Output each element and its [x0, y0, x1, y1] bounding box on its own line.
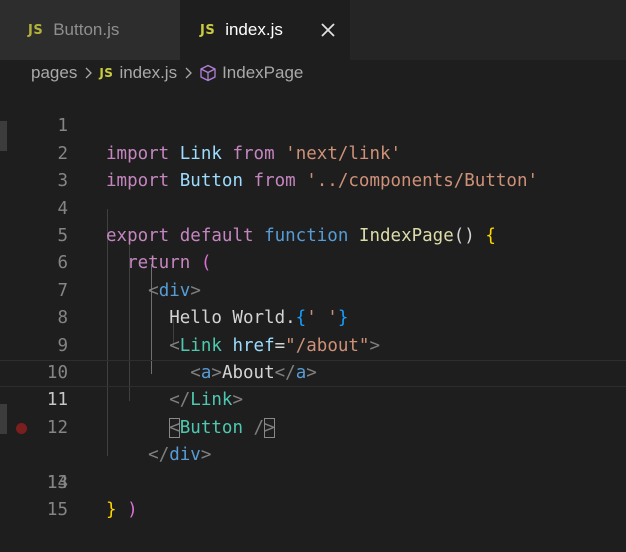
breadcrumb: pages JS index.js IndexPage — [31, 60, 303, 86]
code-line[interactable]: 5 return ( — [0, 196, 626, 273]
js-file-icon: JS — [28, 22, 44, 38]
code-line[interactable]: 8 <Link href="/about"> — [0, 278, 626, 355]
code-line[interactable]: 13 ) — [0, 415, 626, 520]
line-number: 15 — [46, 500, 68, 520]
code-line[interactable]: 1 import Link from 'next/link' — [0, 86, 626, 163]
code-line[interactable]: 15 — [0, 470, 626, 520]
breakpoint-icon[interactable] — [16, 422, 27, 434]
code-text: } — [106, 500, 117, 520]
chevron-right-icon — [185, 67, 192, 79]
js-file-icon: JS — [200, 22, 216, 38]
breadcrumb-symbol[interactable]: IndexPage — [222, 63, 303, 83]
current-code-line[interactable]: 11 <Button /> — [0, 360, 626, 438]
code-editor[interactable]: 1 import Link from 'next/link' 2 import … — [0, 86, 626, 525]
code-line[interactable]: 10 </Link> — [0, 333, 626, 410]
close-icon[interactable] — [316, 18, 340, 42]
code-line[interactable]: 7 Hello World.{' '} — [0, 250, 626, 328]
tab-index-js[interactable]: JS index.js — [180, 0, 350, 60]
tab-label: index.js — [225, 20, 283, 39]
js-file-icon: JS — [99, 66, 114, 80]
tab-bar: JS Button.js JS index.js — [0, 0, 626, 60]
code-line[interactable]: 3 — [0, 141, 626, 191]
cube-icon — [200, 64, 216, 82]
tab-button-js[interactable]: JS Button.js — [0, 0, 180, 60]
code-line[interactable]: 4 export default function IndexPage() { — [0, 168, 626, 246]
code-line[interactable]: 12 </div> — [0, 387, 626, 465]
breadcrumb-folder[interactable]: pages — [31, 63, 77, 83]
code-line[interactable]: 9 <a>About</a> — [0, 305, 626, 383]
chevron-right-icon — [85, 67, 93, 79]
code-line[interactable]: 2 import Button from '../components/Butt… — [0, 113, 626, 191]
tab-label: Button.js — [53, 20, 120, 39]
code-line[interactable]: 14 } — [0, 442, 626, 520]
code-line[interactable]: 6 <div> — [0, 223, 626, 300]
breadcrumb-file[interactable]: index.js — [119, 63, 177, 83]
